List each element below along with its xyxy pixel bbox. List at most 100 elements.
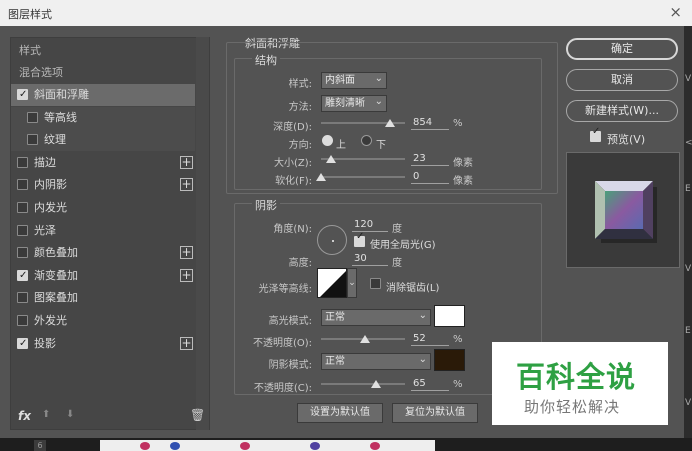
edge-glyph: V	[685, 74, 692, 84]
style-checkbox[interactable]	[17, 333, 28, 355]
style-checkbox[interactable]	[17, 156, 28, 168]
direction-up-label: 上	[336, 140, 346, 151]
shadow-opacity-input[interactable]: 65	[411, 377, 449, 391]
angle-dial[interactable]	[317, 225, 347, 255]
preview-checkbox[interactable]	[590, 126, 601, 142]
add-effect-icon[interactable]: +	[180, 336, 193, 350]
style-checkbox[interactable]	[17, 224, 28, 236]
style-checkbox[interactable]	[17, 202, 28, 213]
style-checkbox[interactable]	[17, 179, 28, 191]
close-icon[interactable]: ×	[669, 3, 682, 21]
contour-curve-icon	[320, 271, 346, 297]
style-checkbox[interactable]	[17, 84, 28, 106]
soften-slider[interactable]	[321, 176, 405, 178]
style-item-label: 光泽	[34, 223, 56, 237]
chevron-down-icon[interactable]: ⌄	[347, 268, 357, 298]
style-item[interactable]: 斜面和浮雕	[11, 84, 195, 106]
ok-button[interactable]: 确定	[566, 38, 678, 60]
shadow-opacity-handle[interactable]	[370, 380, 381, 388]
move-down-icon[interactable]: ⬇	[66, 409, 74, 420]
size-slider-handle[interactable]	[326, 155, 337, 163]
style-item[interactable]: 投影 +	[11, 333, 195, 355]
soften-label: 软化(F):	[275, 176, 312, 187]
style-item[interactable]: 等高线	[11, 106, 195, 129]
depth-slider-handle[interactable]	[384, 119, 395, 127]
shadow-color-swatch[interactable]	[434, 349, 465, 371]
altitude-input[interactable]: 30	[352, 252, 388, 266]
bevel-preview-image	[595, 181, 657, 243]
edge-glyph: <	[685, 138, 692, 148]
style-item[interactable]: 内阴影 +	[11, 174, 195, 196]
window-title: 图层样式	[8, 8, 52, 21]
preview-label: 预览(V)	[607, 133, 646, 146]
shadow-opacity-slider[interactable]	[321, 383, 405, 385]
highlight-opacity-unit: %	[453, 334, 463, 345]
style-item[interactable]: 描边 +	[11, 152, 195, 174]
style-checkbox[interactable]	[17, 292, 28, 304]
make-default-button[interactable]: 设置为默认值	[297, 403, 383, 423]
style-item[interactable]: 图案叠加	[11, 287, 195, 309]
style-item[interactable]: 内发光	[11, 197, 195, 219]
style-item[interactable]: 渐变叠加 +	[11, 265, 195, 287]
depth-label: 深度(D):	[273, 122, 312, 133]
style-item-label: 内发光	[34, 201, 67, 214]
style-checkbox[interactable]	[17, 265, 28, 287]
direction-up-radio[interactable]	[322, 135, 333, 146]
fx-icon[interactable]: fx	[18, 409, 31, 423]
style-checkbox[interactable]	[17, 247, 28, 259]
style-select[interactable]: 内斜面	[321, 71, 387, 89]
style-item[interactable]: 纹理	[11, 129, 195, 152]
new-style-button[interactable]: 新建样式(W)...	[566, 100, 678, 122]
background-panel-edge: V < E V E V	[684, 26, 692, 438]
trash-icon[interactable]: 🗑	[190, 408, 205, 422]
altitude-unit: 度	[392, 258, 402, 269]
angle-input[interactable]: 120	[352, 218, 388, 232]
shadow-mode-select[interactable]: 正常	[321, 352, 431, 370]
style-item-label: 投影	[34, 336, 56, 350]
style-checkbox[interactable]	[17, 315, 28, 326]
highlight-opacity-handle[interactable]	[359, 335, 370, 343]
depth-unit: %	[453, 118, 463, 129]
technique-select[interactable]: 雕刻清晰	[321, 94, 387, 112]
blending-options[interactable]: 混合选项	[11, 62, 195, 84]
highlight-mode-select[interactable]: 正常	[321, 308, 431, 326]
styles-list-scrollbar[interactable]	[196, 37, 209, 430]
highlight-opacity-input[interactable]: 52	[411, 332, 449, 346]
style-item[interactable]: 外发光	[11, 310, 195, 332]
style-item[interactable]: 光泽	[11, 220, 195, 242]
move-up-icon[interactable]: ⬆	[42, 409, 50, 420]
canvas-preview	[100, 440, 435, 451]
angle-unit: 度	[392, 224, 402, 235]
altitude-label: 高度:	[288, 258, 312, 269]
soften-slider-handle[interactable]	[316, 173, 326, 181]
soften-input[interactable]: 0	[411, 170, 449, 184]
size-unit: 像素	[453, 158, 473, 169]
add-effect-icon[interactable]: +	[180, 178, 193, 192]
cancel-button[interactable]: 取消	[566, 69, 678, 91]
style-item[interactable]: 颜色叠加 +	[11, 242, 195, 264]
direction-down-radio[interactable]	[361, 135, 372, 146]
edge-glyph: V	[685, 398, 692, 408]
watermark-title: 百科全说	[516, 360, 637, 394]
style-item-label: 纹理	[44, 133, 66, 147]
title-bar: 图层样式 ×	[0, 0, 692, 26]
add-effect-icon[interactable]: +	[180, 155, 193, 169]
styles-header[interactable]: 样式	[11, 40, 195, 62]
gloss-contour-preview[interactable]	[317, 268, 347, 298]
reset-default-button[interactable]: 复位为默认值	[392, 403, 478, 423]
highlight-color-swatch[interactable]	[434, 305, 465, 327]
antialias-checkbox[interactable]	[370, 278, 381, 289]
structure-title: 结构	[252, 52, 280, 68]
depth-input[interactable]: 854	[411, 116, 449, 130]
style-checkbox[interactable]	[27, 134, 38, 146]
add-effect-icon[interactable]: +	[180, 246, 193, 260]
highlight-opacity-label: 不透明度(O):	[252, 338, 312, 349]
global-light-label: 使用全局光(G)	[370, 240, 436, 251]
add-effect-icon[interactable]: +	[180, 268, 193, 282]
style-item-label: 斜面和浮雕	[34, 88, 89, 101]
watermark-subtitle: 助你轻松解决	[524, 398, 621, 416]
size-input[interactable]: 23	[411, 152, 449, 166]
style-checkbox[interactable]	[27, 111, 38, 123]
gloss-contour-label: 光泽等高线:	[258, 284, 312, 295]
global-light-checkbox[interactable]	[354, 231, 365, 247]
